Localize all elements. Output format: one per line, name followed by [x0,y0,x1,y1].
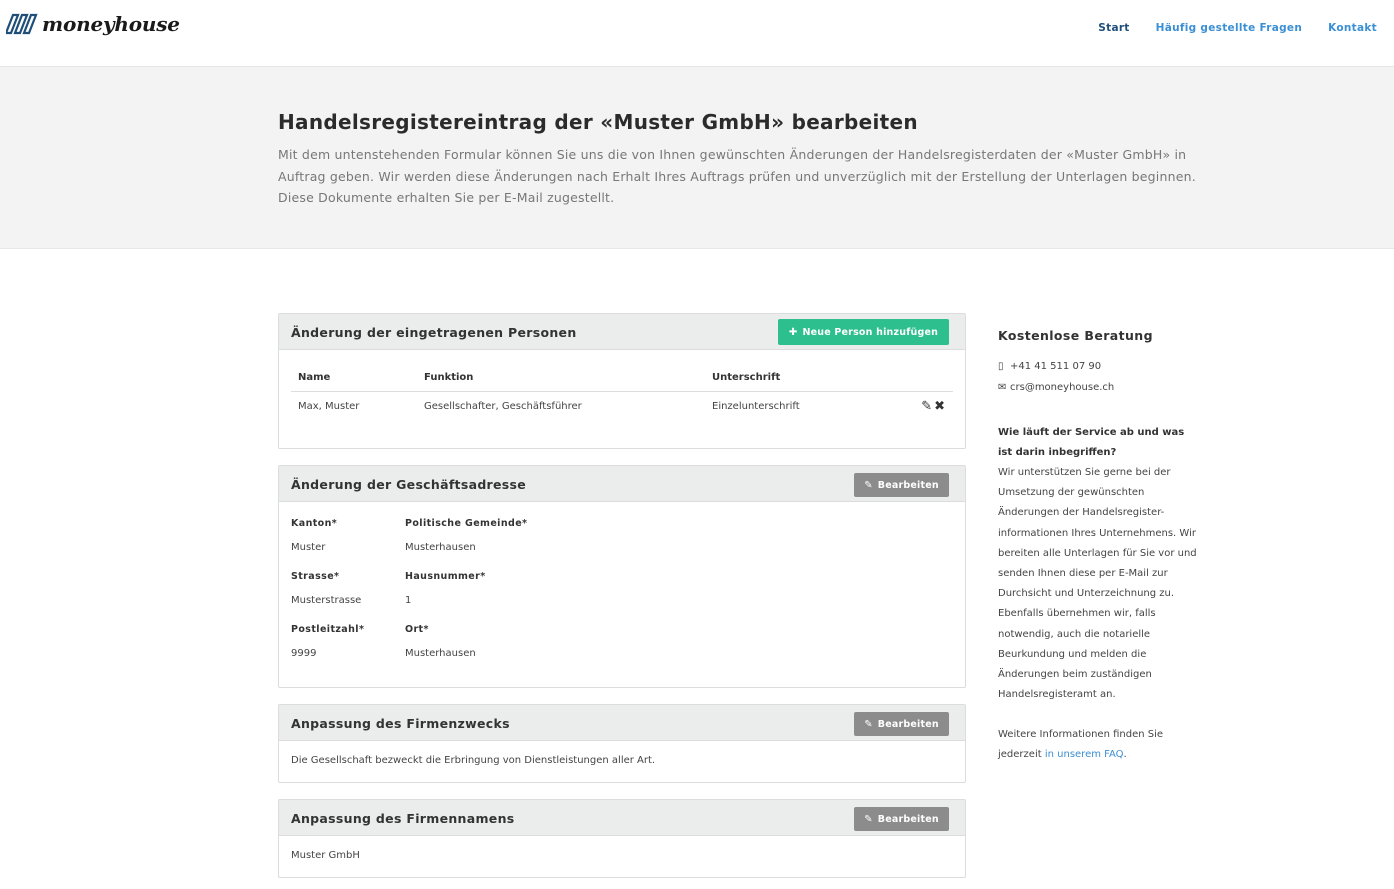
nav-contact[interactable]: Kontakt [1328,22,1377,34]
logo-stripes-icon [6,13,38,35]
address-panel-header: Änderung der Geschäftsadresse ✎ Bearbeit… [279,466,965,502]
moneyhouse-logo[interactable]: moneyhouse [6,12,180,36]
purpose-text: Die Gesellschaft bezweckt die Erbringung… [291,755,656,766]
add-person-button[interactable]: ✚ Neue Person hinzufügen [778,319,949,345]
email-row: ✉ crs@moneyhouse.ch [998,377,1198,398]
persons-panel-header: Änderung der eingetragenen Personen ✚ Ne… [279,314,965,350]
field-value: 1 [405,595,412,606]
purpose-panel-title: Anpassung des Firmenzwecks [291,716,510,731]
sidebar-more-info: Weitere Informationen finden Sie jederze… [998,725,1198,765]
company-name-panel-title: Anpassung des Firmennamens [291,811,515,826]
more-info-suffix: . [1123,749,1127,761]
hero-section: Handelsregistereintrag der «Muster GmbH»… [0,67,1394,249]
phone-row: ▯ +41 41 511 07 90 [998,356,1198,377]
edit-icon: ✎ [864,813,873,825]
page-description: Mit dem untenstehenden Formular können S… [278,147,1196,205]
field-value: Musterhausen [405,648,476,659]
field-label: Hausnummer* [405,571,486,582]
address-panel-title: Änderung der Geschäftsadresse [291,477,527,492]
field-value: Musterhausen [405,542,476,553]
person-name: Max, Muster [298,400,360,412]
delete-icon[interactable]: ✖ [934,399,945,414]
field-city: Ort* Musterhausen [405,624,605,659]
table-header-row: Name Funktion Unterschrift [291,364,953,392]
purpose-panel: Anpassung des Firmenzwecks ✎ Bearbeiten … [278,704,966,783]
edit-icon: ✎ [864,479,873,491]
sidebar-contact: ▯ +41 41 511 07 90 ✉ crs@moneyhouse.ch [998,356,1198,398]
edit-icon: ✎ [864,718,873,730]
person-function: Gesellschafter, Geschäftsführer [424,400,582,412]
column-header-function: Funktion [417,364,705,392]
edit-purpose-button-label: Bearbeiten [877,718,939,730]
persons-panel: Änderung der eingetragenen Personen ✚ Ne… [278,313,966,449]
sidebar-consultation: Kostenlose Beratung ▯ +41 41 511 07 90 ✉ c… [998,328,1198,765]
logo-text: moneyhouse [42,12,180,36]
column-header-name: Name [291,364,417,392]
faq-link[interactable]: in unserem FAQ [1045,749,1124,760]
column-header-actions [885,364,953,392]
edit-address-button[interactable]: ✎ Bearbeiten [854,473,949,497]
table-row: Max, Muster Gesellschafter, Geschäftsfüh… [291,391,953,421]
edit-company-name-button-label: Bearbeiten [877,813,939,825]
edit-address-button-label: Bearbeiten [877,479,939,491]
persons-panel-title: Änderung der eingetragenen Personen [291,325,577,340]
sidebar-question: Wie läuft der Service ab und was ist dar… [998,427,1185,458]
row-actions: ✎ ✖ [885,391,953,421]
field-house-number: Hausnummer* 1 [405,571,605,606]
persons-table: Name Funktion Unterschrift Max, Muster G… [291,364,953,421]
person-signature: Einzelunterschrift [712,400,800,412]
email-icon: ✉ [998,382,1007,393]
edit-icon[interactable]: ✎ [921,399,932,414]
address-panel: Änderung der Geschäftsadresse ✎ Bearbeit… [278,465,966,688]
company-name-text: Muster GmbH [291,850,360,861]
edit-purpose-button[interactable]: ✎ Bearbeiten [854,712,949,736]
phone-number[interactable]: +41 41 511 07 90 [1010,361,1101,372]
top-navigation-bar: moneyhouse Start Häufig gestellte Fragen… [0,0,1394,67]
company-name-panel-header: Anpassung des Firmennamens ✎ Bearbeiten [279,800,965,836]
field-label: Ort* [405,624,429,635]
phone-icon: ▯ [998,361,1004,372]
field-label: Politische Gemeinde* [405,518,528,529]
sidebar-answer: Wir unterstützen Sie gerne bei der Umset… [998,467,1197,701]
plus-icon: ✚ [788,326,798,338]
add-person-button-label: Neue Person hinzufügen [802,326,939,338]
edit-company-name-button[interactable]: ✎ Bearbeiten [854,807,949,831]
nav-start[interactable]: Start [1098,22,1129,34]
purpose-panel-header: Anpassung des Firmenzwecks ✎ Bearbeiten [279,705,965,741]
column-header-signature: Unterschrift [705,364,885,392]
sidebar-title: Kostenlose Beratung [998,328,1153,343]
nav-faq[interactable]: Häufig gestellte Fragen [1156,22,1303,34]
page-title: Handelsregistereintrag der «Muster GmbH»… [278,110,918,134]
company-name-panel: Anpassung des Firmennamens ✎ Bearbeiten … [278,799,966,878]
email-address[interactable]: crs@moneyhouse.ch [1010,382,1114,393]
field-municipality: Politische Gemeinde* Musterhausen [405,518,605,553]
main-nav: Start Häufig gestellte Fragen Kontakt [1072,22,1377,34]
